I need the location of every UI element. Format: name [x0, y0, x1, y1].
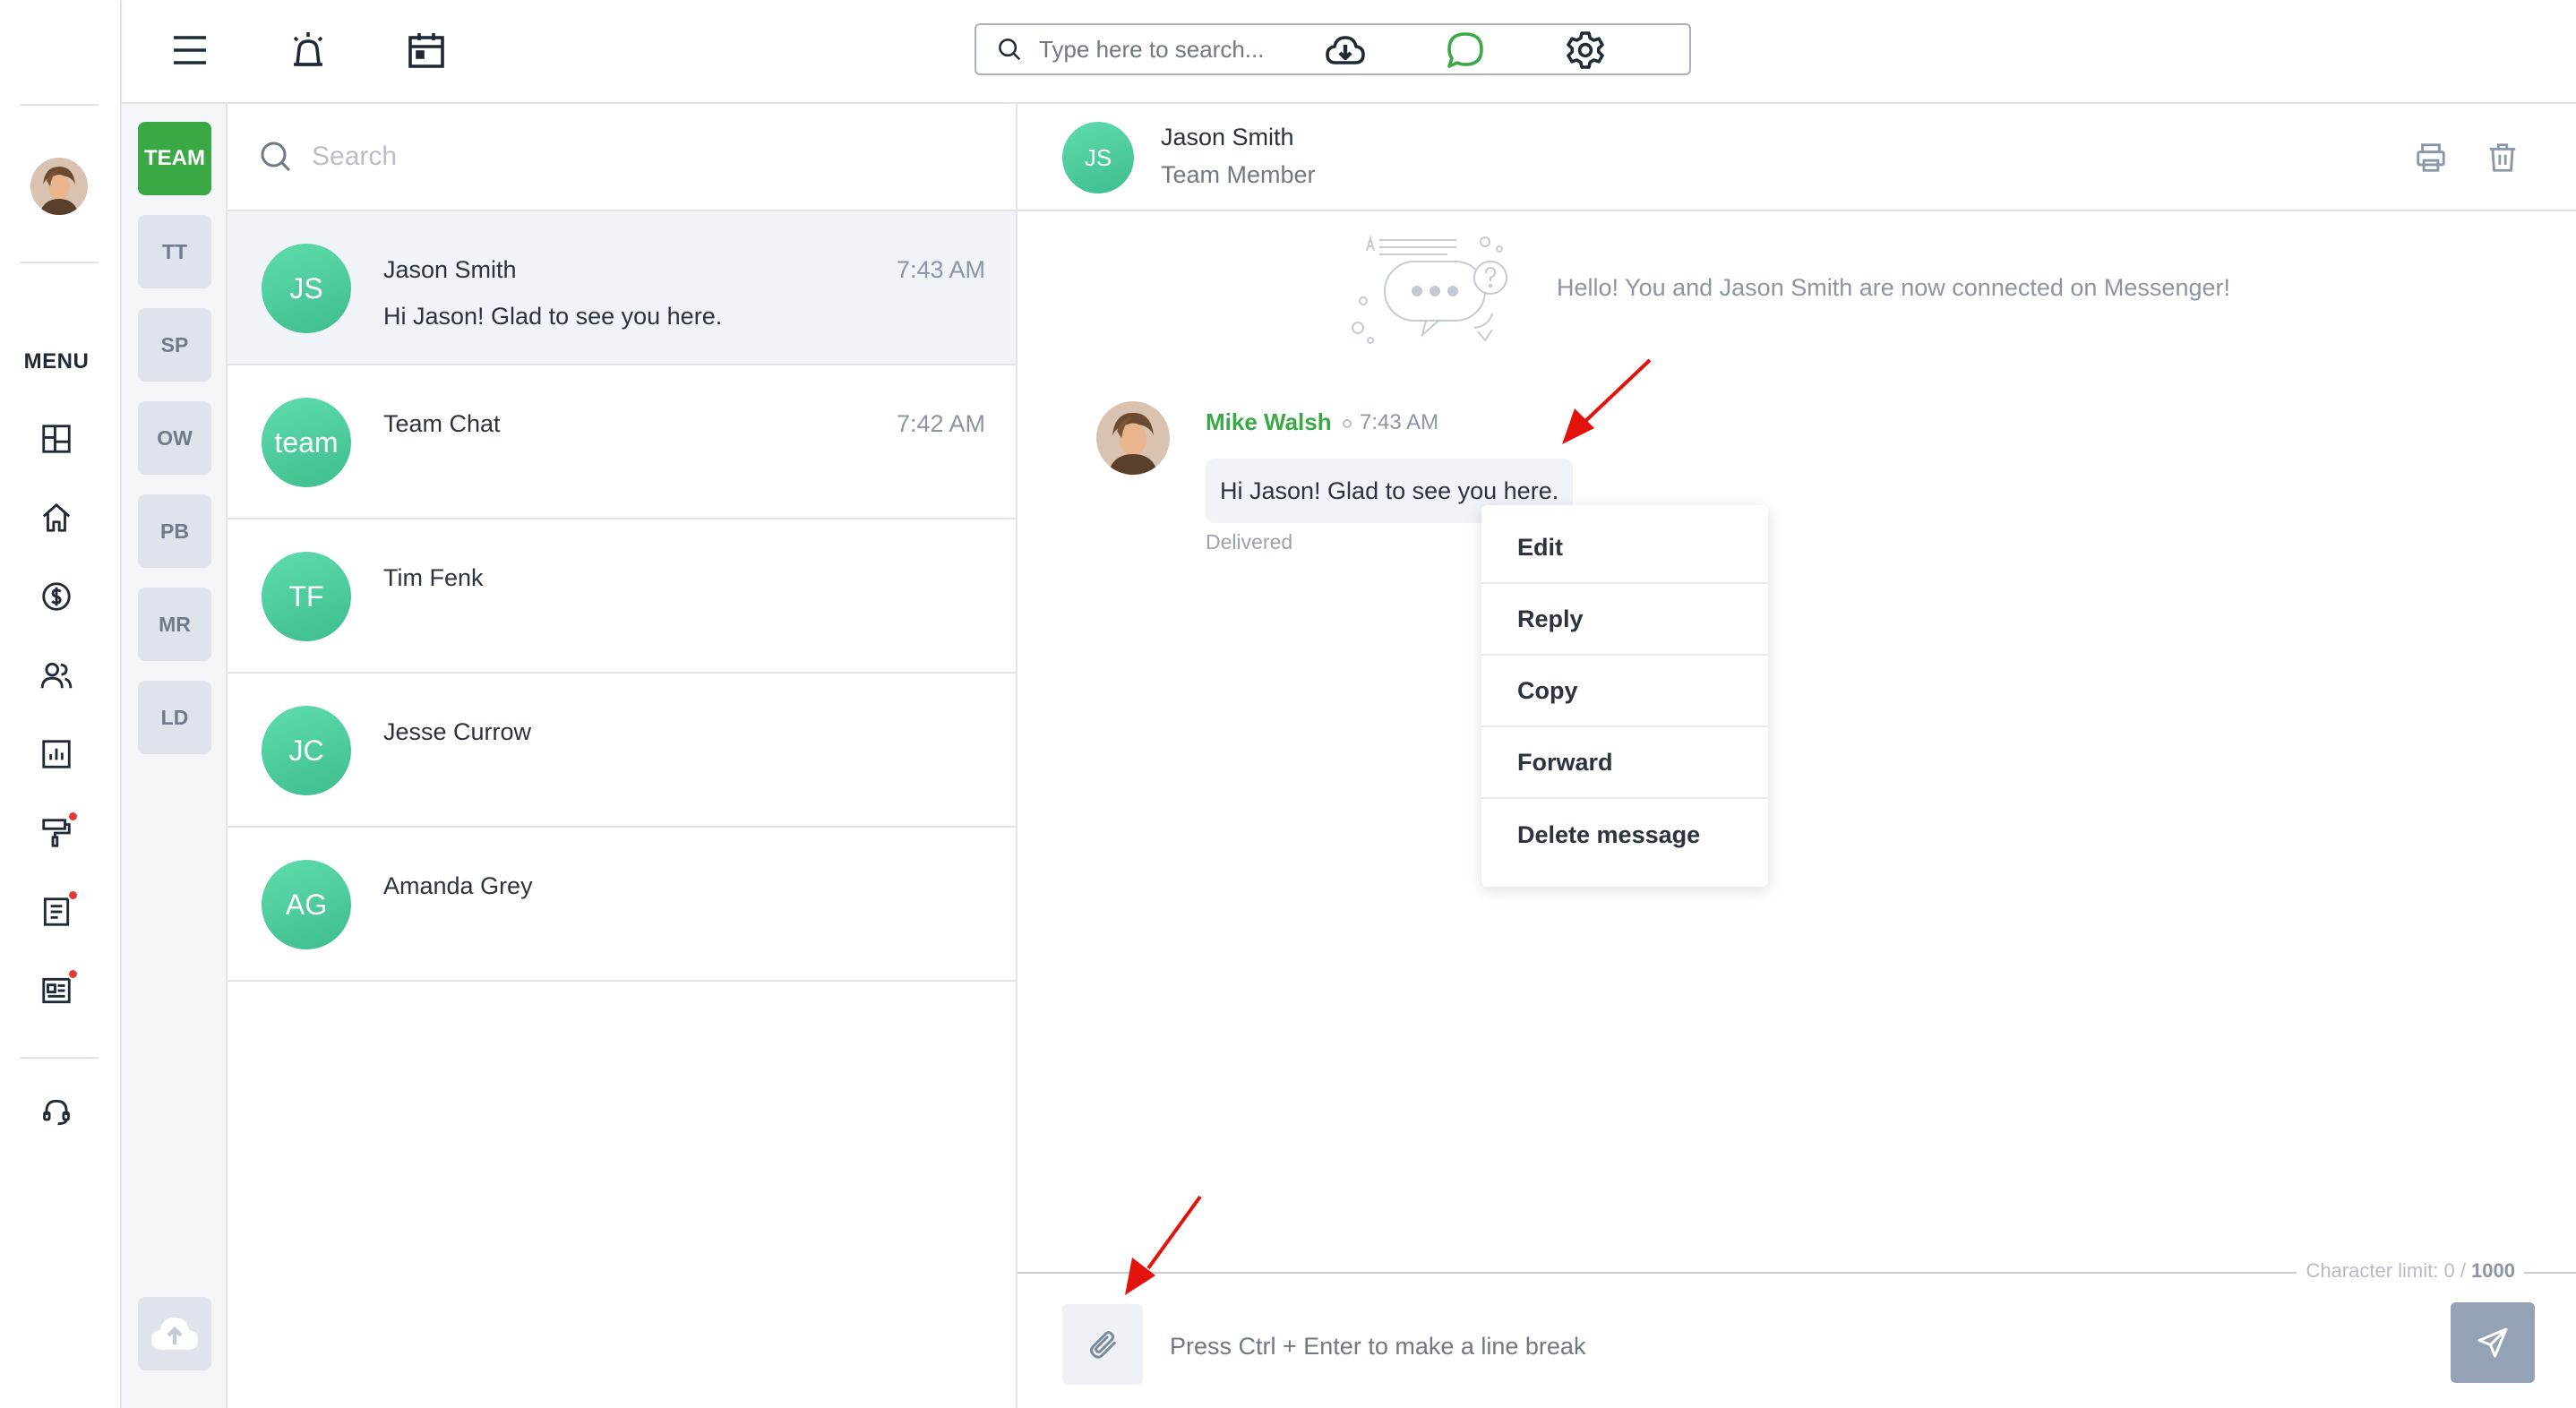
menu-item-edit[interactable]: Edit [1481, 512, 1768, 584]
conversation-search-box[interactable] [228, 104, 1016, 211]
conversation-item-tim-fenk[interactable]: TF Tim Fenk [228, 519, 1016, 674]
message-sender: Mike Walsh [1206, 408, 1332, 435]
channel-sp[interactable]: SP [138, 308, 211, 382]
conversation-name: Amanda Grey [383, 872, 533, 899]
conversation-item-amanda-grey[interactable]: AG Amanda Grey [228, 828, 1016, 982]
home-icon[interactable] [36, 497, 77, 538]
nav-divider [20, 262, 99, 263]
cloud-upload-icon [151, 1318, 198, 1350]
send-button[interactable] [2451, 1302, 2535, 1383]
conversation-name: Team Chat [383, 410, 501, 437]
sender-avatar [1096, 401, 1170, 475]
conversation-item-jason-smith[interactable]: JS Jason Smith 7:43 AM Hi Jason! Glad to… [228, 211, 1016, 365]
menu-item-copy[interactable]: Copy [1481, 656, 1768, 727]
avatar: JC [262, 706, 351, 795]
avatar: TF [262, 552, 351, 641]
attach-file-button[interactable] [1062, 1304, 1143, 1385]
menu-item-forward[interactable]: Forward [1481, 727, 1768, 799]
contact-role: Team Member [1161, 161, 1316, 188]
message-time: 7:43 AM [1360, 410, 1439, 434]
conversation-time: 7:42 AM [896, 410, 985, 437]
channel-column: TEAM TT SP OW PB MR LD [122, 104, 228, 1408]
dashboard-icon[interactable] [36, 418, 77, 459]
messenger-illustration [1352, 235, 1507, 344]
menu-label: MENU [23, 349, 90, 373]
document-icon[interactable] [36, 889, 79, 932]
search-icon [261, 142, 291, 172]
conversation-item-jesse-currow[interactable]: JC Jesse Currow [228, 674, 1016, 828]
annotation-arrow [1125, 1195, 1202, 1295]
bar-chart-icon[interactable] [36, 734, 77, 775]
message-input[interactable] [1170, 1315, 2334, 1378]
conversation-preview: Hi Jason! Glad to see you here. [383, 303, 723, 330]
nav-divider [20, 104, 99, 106]
print-button[interactable] [2409, 136, 2452, 179]
channel-tt[interactable]: TT [138, 215, 211, 288]
conversation-name: Jason Smith [383, 256, 517, 283]
message-status: Delivered [1206, 530, 1293, 554]
notification-dot [67, 889, 79, 901]
message-context-menu: Edit Reply Copy Forward Delete message [1481, 505, 1768, 887]
conversation-name: Tim Fenk [383, 564, 484, 591]
channel-ow[interactable]: OW [138, 401, 211, 475]
annotation-arrow [1562, 358, 1652, 444]
gear-icon[interactable] [1558, 23, 1612, 77]
alarm-icon[interactable] [281, 23, 335, 77]
chat-header: JS Jason Smith Team Member [1018, 104, 2576, 211]
connection-notice: Hello! You and Jason Smith are now conne… [1557, 274, 2230, 301]
paperclip-icon [1090, 1331, 1116, 1359]
dollar-icon[interactable] [36, 576, 77, 617]
send-icon [2477, 1327, 2508, 1358]
channel-mr[interactable]: MR [138, 588, 211, 661]
conversation-search-input[interactable] [312, 142, 939, 172]
newspaper-icon[interactable] [36, 968, 79, 1011]
hamburger-menu-icon[interactable] [163, 23, 217, 77]
conversation-name: Jesse Currow [383, 718, 532, 745]
notification-dot [67, 968, 79, 980]
calendar-icon[interactable] [399, 23, 453, 77]
upload-button[interactable] [138, 1297, 211, 1370]
menu-item-delete-message[interactable]: Delete message [1481, 799, 1768, 871]
contact-name: Jason Smith [1161, 124, 1294, 150]
chat-pane: JS Jason Smith Team Member Hello! You an… [1018, 104, 2576, 1408]
chat-bubble-icon[interactable] [1438, 23, 1492, 77]
character-limit-label: Character limit: 0 / [2306, 1259, 2472, 1282]
separator-dot [1343, 419, 1352, 428]
conversation-list: JS Jason Smith 7:43 AM Hi Jason! Glad to… [228, 104, 1018, 1408]
avatar: team [262, 398, 351, 487]
avatar: JS [262, 244, 351, 333]
headset-icon[interactable] [36, 1092, 77, 1133]
trash-icon [2489, 143, 2516, 172]
character-limit-max: 1000 [2471, 1259, 2515, 1282]
search-icon [999, 39, 1021, 61]
users-icon[interactable] [36, 655, 77, 696]
nav-divider [20, 1057, 99, 1059]
channel-pb[interactable]: PB [138, 494, 211, 568]
conversation-item-team-chat[interactable]: team Team Chat 7:42 AM [228, 365, 1016, 519]
paint-roller-icon[interactable] [36, 811, 79, 854]
contact-avatar: JS [1062, 122, 1134, 193]
delete-conversation-button[interactable] [2481, 136, 2524, 179]
user-avatar[interactable] [30, 158, 88, 215]
conversation-time: 7:43 AM [896, 256, 985, 283]
cloud-download-icon[interactable] [1318, 23, 1372, 77]
avatar: AG [262, 860, 351, 949]
left-navigation-rail: MENU [0, 0, 122, 1408]
character-limit: Character limit: 0 / 1000 [2297, 1259, 2524, 1283]
menu-item-reply[interactable]: Reply [1481, 584, 1768, 656]
top-bar [122, 0, 2576, 104]
channel-ld[interactable]: LD [138, 681, 211, 754]
channel-team[interactable]: TEAM [138, 122, 211, 195]
printer-icon [2417, 143, 2445, 172]
notification-dot [67, 811, 79, 822]
